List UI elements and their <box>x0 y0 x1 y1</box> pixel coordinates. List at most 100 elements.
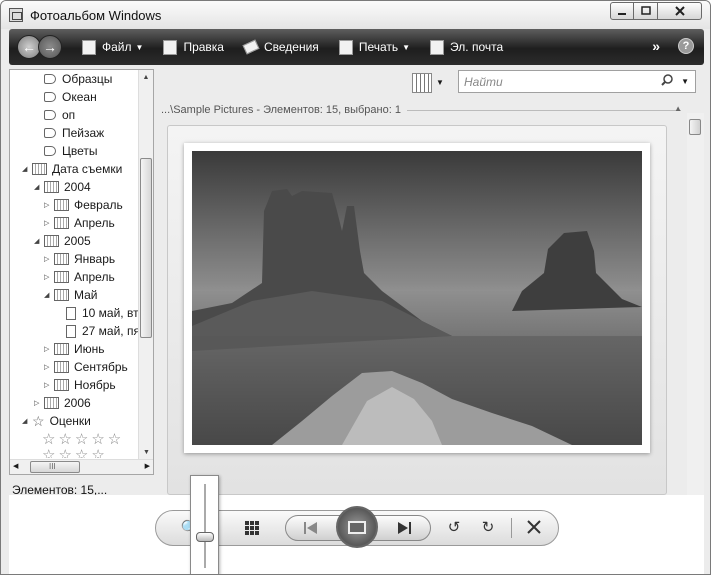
chevron-down-icon: ▼ <box>135 42 144 52</box>
tag-icon <box>44 110 56 120</box>
tree-item-year[interactable]: ◢ 2005 <box>34 232 91 250</box>
expanded-arrow-icon[interactable]: ◢ <box>44 291 54 299</box>
collapsed-arrow-icon[interactable]: ▷ <box>44 201 54 209</box>
actual-size-button[interactable] <box>241 517 263 539</box>
previous-button[interactable] <box>299 518 323 538</box>
fix-button[interactable]: Правка <box>163 39 224 55</box>
tag-icon <box>44 128 56 138</box>
slideshow-button[interactable] <box>336 506 378 548</box>
scroll-up-arrow-icon[interactable]: ▲ <box>139 70 153 85</box>
expanded-arrow-icon[interactable]: ◢ <box>34 183 44 191</box>
tag-icon <box>44 146 56 156</box>
info-button[interactable]: Сведения <box>242 39 319 55</box>
rating-stars-row[interactable]: ☆☆☆☆ <box>42 446 108 458</box>
tree-item-day[interactable]: 27 май, пя <box>66 322 140 340</box>
zoom-slider-track[interactable] <box>204 484 206 568</box>
sidebar-vertical-scrollbar[interactable]: ▲ ▼ <box>138 70 153 460</box>
tree-item-year[interactable]: ▷ 2006 <box>34 394 91 412</box>
scroll-left-arrow-icon[interactable]: ◀ <box>13 462 18 470</box>
tree-item-month[interactable]: ▷ Сентябрь <box>44 358 128 376</box>
tree-item-ratings[interactable]: ◢ ☆ Оценки <box>22 412 91 430</box>
more-commands-button[interactable]: » <box>652 38 660 54</box>
tree-item-month[interactable]: ▷ Апрель <box>44 268 115 286</box>
scroll-down-arrow-icon[interactable]: ▼ <box>139 445 153 460</box>
scroll-right-arrow-icon[interactable]: ▶ <box>145 462 150 470</box>
expanded-arrow-icon[interactable]: ◢ <box>22 165 32 173</box>
collapsed-arrow-icon[interactable]: ▷ <box>44 363 54 371</box>
scroll-grip: III <box>49 462 56 471</box>
tree-item-label: 10 май, вт <box>82 306 139 320</box>
search-icon[interactable] <box>661 74 673 89</box>
calendar-icon <box>54 271 69 283</box>
tree-item-label: Океан <box>62 90 97 104</box>
tree-item-day[interactable]: 10 май, вт <box>66 304 139 322</box>
tree-item-label: оп <box>62 108 76 122</box>
chevron-down-icon[interactable]: ▼ <box>681 77 689 86</box>
tree-item-month[interactable]: ▷ Апрель <box>44 214 115 232</box>
tree-item-tag[interactable]: Пейзаж <box>44 124 104 142</box>
file-menu[interactable]: Файл ▼ <box>82 39 144 55</box>
tree-item-month[interactable]: ▷ Июнь <box>44 340 105 358</box>
zoom-slider-thumb[interactable] <box>196 532 214 543</box>
forward-button[interactable]: → <box>38 35 62 59</box>
breadcrumb: ...\Sample Pictures - Элементов: 15, выб… <box>161 104 681 116</box>
monument-valley-photo[interactable] <box>192 151 642 445</box>
help-button[interactable]: ? <box>678 38 694 54</box>
maximize-button[interactable] <box>634 2 658 20</box>
zoom-slider-popup[interactable] <box>190 475 219 574</box>
tree-item-tag[interactable]: оп <box>44 106 75 124</box>
main-vertical-scrollbar[interactable] <box>687 113 704 495</box>
search-box[interactable]: Найти ▼ <box>458 70 696 93</box>
photo-thumbnail[interactable] <box>184 143 650 453</box>
arrow-left-icon: ← <box>22 39 36 55</box>
tree-item-year[interactable]: ◢ 2004 <box>34 178 91 196</box>
fix-icon <box>163 39 178 55</box>
calendar-icon <box>54 199 69 211</box>
tree-item-month[interactable]: ▷ Февраль <box>44 196 123 214</box>
expanded-arrow-icon[interactable]: ◢ <box>34 237 44 245</box>
minimize-icon <box>618 13 626 15</box>
tree-item-label: Образцы <box>62 72 113 86</box>
tree-item-month[interactable]: ◢ Май <box>44 286 98 304</box>
collapse-group-icon[interactable]: ▲ <box>674 104 682 113</box>
collapsed-arrow-icon[interactable]: ▷ <box>34 399 44 407</box>
document-icon <box>82 39 96 55</box>
tree-item-label: Дата съемки <box>52 162 123 176</box>
delete-button[interactable] <box>523 516 545 538</box>
sidebar-horizontal-scrollbar[interactable]: ◀ III ▶ <box>10 459 153 474</box>
tree-item-tag[interactable]: Океан <box>44 88 97 106</box>
tree-item-tag[interactable]: Цветы <box>44 142 98 160</box>
search-input[interactable]: Найти <box>464 75 661 89</box>
rotate-clockwise-button[interactable]: ↻ <box>477 516 499 538</box>
scroll-thumb[interactable]: III <box>30 461 80 473</box>
collapsed-arrow-icon[interactable]: ▷ <box>44 255 54 263</box>
tree-item-month[interactable]: ▷ Ноябрь <box>44 376 116 394</box>
print-menu[interactable]: Печать ▼ <box>338 39 410 55</box>
scroll-thumb[interactable] <box>689 119 701 135</box>
arrow-right-icon: → <box>43 39 57 55</box>
calendar-icon <box>54 343 69 355</box>
collapsed-arrow-icon[interactable]: ▷ <box>44 381 54 389</box>
rotate-counterclockwise-button[interactable]: ↺ <box>443 516 465 538</box>
calendar-icon <box>54 253 69 265</box>
collapsed-arrow-icon[interactable]: ▷ <box>44 219 54 227</box>
collapsed-arrow-icon[interactable]: ▷ <box>44 345 54 353</box>
close-button[interactable] <box>658 2 702 20</box>
tree-item-label: Цветы <box>62 144 98 158</box>
tag-icon <box>44 92 56 102</box>
star-icon: ☆ <box>32 412 45 429</box>
scroll-thumb[interactable] <box>140 158 152 338</box>
next-button[interactable] <box>393 518 417 538</box>
expanded-arrow-icon[interactable]: ◢ <box>22 417 32 425</box>
view-mode-button[interactable] <box>412 73 432 93</box>
email-button[interactable]: Эл. почта <box>430 39 503 55</box>
collapsed-arrow-icon[interactable]: ▷ <box>44 273 54 281</box>
minimize-button[interactable] <box>610 2 634 20</box>
tree-item-date-taken[interactable]: ◢ Дата съемки <box>22 160 122 178</box>
tree-item-tag[interactable]: Образцы <box>44 70 112 88</box>
tree-item-month[interactable]: ▷ Январь <box>44 250 115 268</box>
rotate-right-icon: ↻ <box>481 519 495 536</box>
calendar-icon <box>54 361 69 373</box>
chevron-down-icon[interactable]: ▼ <box>436 78 444 87</box>
calendar-icon <box>54 289 69 301</box>
